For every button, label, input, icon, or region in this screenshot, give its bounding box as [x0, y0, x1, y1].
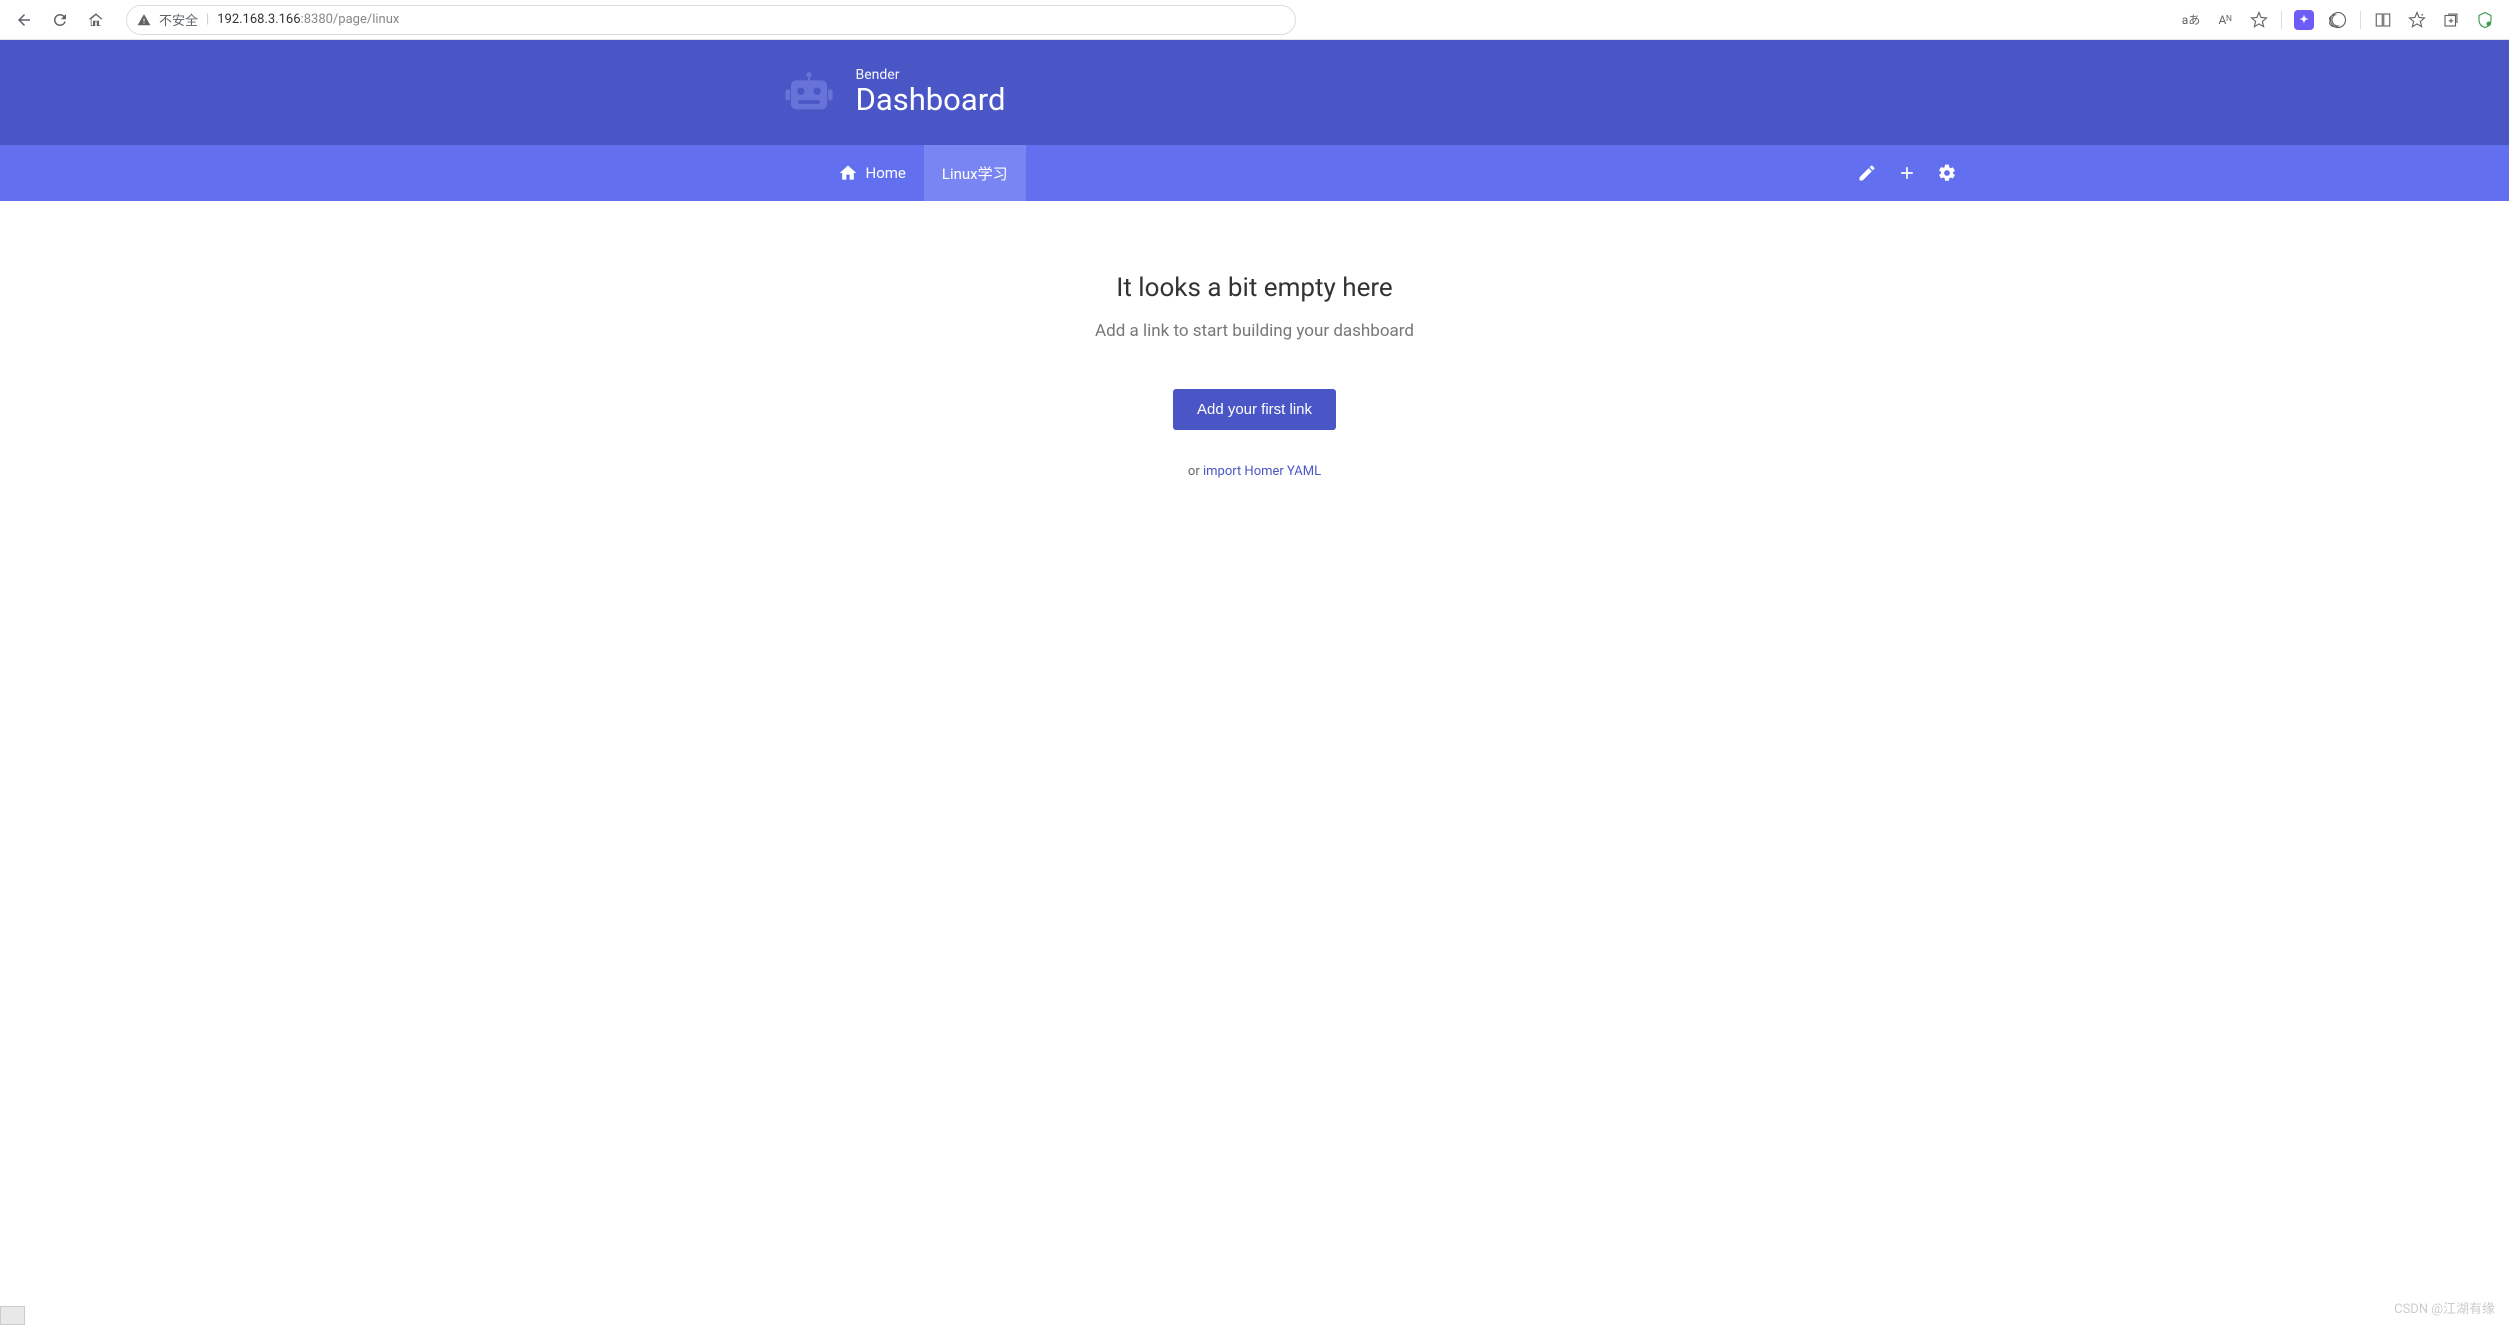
security-label: 不安全 [159, 10, 198, 29]
import-alternative: or import Homer YAML [1188, 464, 1321, 479]
arrow-left-icon [15, 11, 33, 29]
star-plus-icon [2408, 11, 2426, 29]
nav-item-home[interactable]: Home [820, 145, 924, 201]
nav-item-linux[interactable]: Linux学习 [924, 145, 1026, 201]
crescent-icon [2329, 11, 2347, 29]
translate-icon: aあ [2182, 11, 2201, 28]
warning-icon [137, 13, 151, 27]
gear-icon [1937, 163, 1957, 183]
address-url: 192.168.3.166:8380/page/linux [217, 12, 399, 27]
add-button[interactable] [1889, 155, 1925, 191]
header-subtitle: Bender [856, 67, 1006, 83]
plus-icon [1897, 163, 1917, 183]
extension-button[interactable]: ✦ [2288, 4, 2320, 36]
back-button[interactable] [8, 4, 40, 36]
empty-state-subtitle: Add a link to start building your dashbo… [1095, 321, 1414, 341]
star-outline-icon [2250, 11, 2268, 29]
shield-icon [2476, 11, 2494, 29]
edit-button[interactable] [1849, 155, 1885, 191]
split-screen-button[interactable] [2367, 4, 2399, 36]
app-header: Bender Dashboard [0, 40, 2509, 145]
favorite-button[interactable] [2243, 4, 2275, 36]
address-bar[interactable]: 不安全 | 192.168.3.166:8380/page/linux [126, 5, 1296, 35]
nav-actions [1849, 155, 1965, 191]
or-prefix: or [1188, 464, 1203, 479]
collections-button[interactable] [2435, 4, 2467, 36]
toolbar-divider [2281, 11, 2282, 29]
home-button[interactable] [80, 4, 112, 36]
collections-icon [2442, 11, 2460, 29]
header-title: Dashboard [856, 83, 1006, 117]
pencil-icon [1857, 163, 1877, 183]
home-icon [838, 163, 858, 183]
status-bar [0, 1306, 25, 1325]
home-outline-icon [87, 11, 105, 29]
address-separator: | [206, 12, 209, 27]
nav-linux-label: Linux学习 [942, 163, 1008, 184]
nav-home-label: Home [866, 164, 906, 182]
add-first-link-button[interactable]: Add your first link [1173, 389, 1336, 430]
main-content: It looks a bit empty here Add a link to … [0, 201, 2509, 479]
import-homer-link[interactable]: import Homer YAML [1203, 464, 1321, 479]
robot-icon [780, 64, 838, 122]
translate-button[interactable]: aあ [2175, 4, 2207, 36]
header-text: Bender Dashboard [856, 67, 1006, 117]
watermark: CSDN @江湖有缘 [2394, 1298, 2495, 1317]
extension-badge-icon: ✦ [2294, 10, 2314, 30]
split-icon [2374, 11, 2392, 29]
settings-button[interactable] [1929, 155, 1965, 191]
refresh-button[interactable] [44, 4, 76, 36]
extension-2-button[interactable] [2469, 4, 2501, 36]
app-nav: Home Linux学习 [0, 145, 2509, 201]
read-aloud-button[interactable]: Aᴺ [2209, 4, 2241, 36]
toolbar-divider [2360, 11, 2361, 29]
browser-actions: aあ Aᴺ ✦ [2175, 4, 2501, 36]
browser-toolbar: 不安全 | 192.168.3.166:8380/page/linux aあ A… [0, 0, 2509, 40]
favorites-bar-button[interactable] [2401, 4, 2433, 36]
empty-state-title: It looks a bit empty here [1116, 273, 1392, 303]
performance-button[interactable] [2322, 4, 2354, 36]
read-aloud-icon: Aᴺ [2219, 13, 2232, 27]
refresh-icon [51, 11, 69, 29]
